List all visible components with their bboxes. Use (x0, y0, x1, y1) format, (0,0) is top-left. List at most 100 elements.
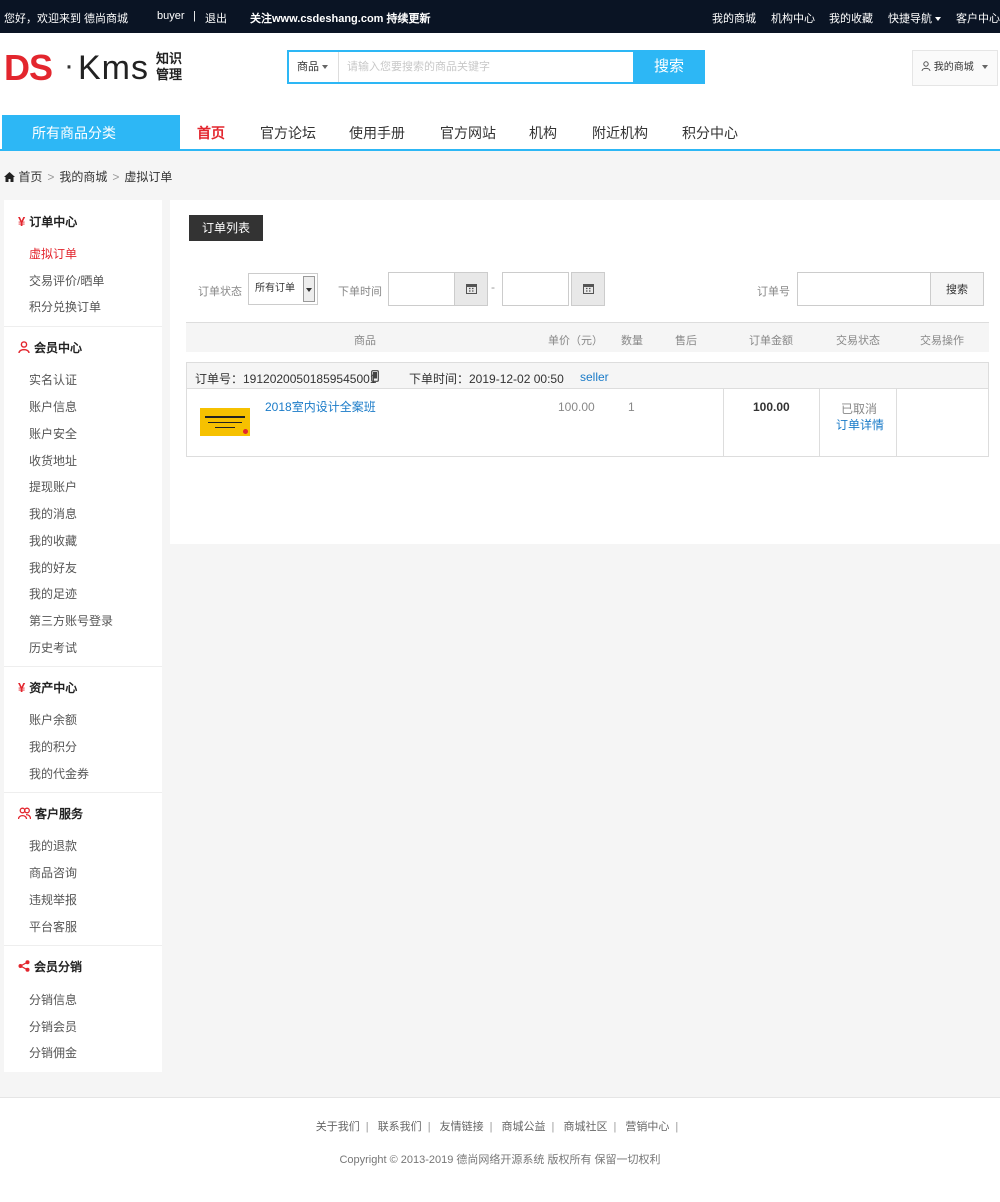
sidebar-group-label: 会员分销 (34, 960, 83, 974)
sidebar-item-footprints[interactable]: 我的足迹 (29, 585, 77, 602)
breadcrumb-my-mall[interactable]: 我的商城 (59, 170, 107, 184)
sidebar-item-third-party-login[interactable]: 第三方账号登录 (29, 612, 113, 629)
order-status-label: 订单状态 (198, 286, 242, 298)
search-category-select[interactable]: 商品 (289, 52, 339, 82)
sidebar-item-refunds[interactable]: 我的退款 (29, 837, 77, 854)
logout-link[interactable]: 退出 (205, 10, 227, 26)
username-link[interactable]: buyer (157, 10, 185, 22)
sidebar-item-product-consult[interactable]: 商品咨询 (29, 864, 77, 881)
topbar-separator: | (193, 10, 196, 22)
sidebar-item-points-orders[interactable]: 积分兑换订单 (29, 298, 101, 315)
chevron-down-icon (322, 65, 328, 70)
sidebar-item-balance[interactable]: 账户余额 (29, 711, 77, 728)
footer-link-marketing[interactable]: 营销中心 (625, 1121, 669, 1133)
my-mall-dropdown[interactable]: 我的商城 (912, 50, 998, 86)
chevron-down-icon (935, 17, 941, 22)
sidebar-item-account-info[interactable]: 账户信息 (29, 398, 77, 415)
sidebar-group-label: 订单中心 (29, 215, 78, 229)
breadcrumb-home[interactable]: 首页 (18, 170, 42, 184)
end-date-input[interactable] (502, 272, 569, 306)
footer-link-about[interactable]: 关于我们 (316, 1121, 360, 1133)
sidebar-group-label: 资产中心 (29, 681, 78, 695)
order-amount: 100.00 (753, 400, 790, 414)
divider (896, 389, 897, 456)
nav-item-nearby-org[interactable]: 附近机构 (592, 115, 648, 151)
top-link-customer-center[interactable]: 客户中心 (956, 10, 1000, 26)
sidebar-item-address[interactable]: 收货地址 (29, 452, 77, 469)
sidebar-item-friends[interactable]: 我的好友 (29, 559, 77, 576)
nav-item-org[interactable]: 机构 (529, 115, 557, 151)
order-status-value: 所有订单 (255, 283, 295, 294)
column-header: 商品 (354, 335, 376, 347)
order-search-button[interactable]: 搜索 (930, 272, 984, 306)
welcome-text: 您好，欢迎来到 德尚商城 (4, 13, 129, 25)
sidebar-item-distribution-members[interactable]: 分销会员 (29, 1018, 77, 1035)
order-number: 订单号：19120200501859545001 (195, 372, 377, 386)
start-date-input[interactable] (388, 272, 455, 306)
sidebar-item-platform-support[interactable]: 平台客服 (29, 918, 77, 935)
top-link-quick-nav[interactable]: 快捷导航 (888, 10, 941, 26)
nav-item-forum[interactable]: 官方论坛 (260, 115, 316, 151)
sidebar-group-title-service: 客户服务 (17, 805, 83, 822)
my-mall-label: 我的商城 (933, 62, 974, 73)
all-categories-button[interactable]: 所有商品分类 (2, 115, 180, 149)
column-header: 交易状态 (836, 335, 880, 347)
search-button[interactable]: 搜索 (633, 50, 705, 84)
column-header: 订单金额 (749, 335, 793, 347)
breadcrumb-separator: > (47, 170, 55, 184)
breadcrumb-separator: > (112, 170, 120, 184)
sidebar-item-favorites[interactable]: 我的收藏 (29, 532, 77, 549)
order-detail-link[interactable]: 订单详情 (836, 416, 884, 433)
sidebar-item-vouchers[interactable]: 我的代金券 (29, 765, 89, 782)
quantity: 1 (628, 400, 635, 414)
order-status: 已取消 (841, 402, 878, 416)
order-status-select[interactable]: 所有订单 (248, 273, 318, 305)
divider (723, 389, 724, 456)
sidebar-item-distribution-commission[interactable]: 分销佣金 (29, 1044, 77, 1061)
sidebar-item-messages[interactable]: 我的消息 (29, 505, 77, 522)
product-title-link[interactable]: 2018室内设计全案班 (265, 398, 376, 415)
column-header: 数量 (621, 335, 643, 347)
top-link-my-mall[interactable]: 我的商城 (712, 10, 756, 26)
calendar-icon[interactable] (454, 272, 488, 306)
search-input[interactable]: 请输入您要搜索的商品关键字 (347, 52, 490, 82)
nav-item-home[interactable]: 首页 (197, 115, 225, 151)
sidebar-item-account-security[interactable]: 账户安全 (29, 425, 77, 442)
users-icon (17, 807, 32, 820)
sidebar-item-distribution-info[interactable]: 分销信息 (29, 991, 77, 1008)
sidebar-item-realname[interactable]: 实名认证 (29, 371, 77, 388)
footer-links: 关于我们 | 联系我们 | 友情链接 | 商城公益 | 商城社区 | 营销中心 | (315, 1121, 679, 1133)
nav-item-official-site[interactable]: 官方网站 (440, 115, 496, 151)
sidebar-item-report[interactable]: 违规举报 (29, 891, 77, 908)
sidebar-item-reviews[interactable]: 交易评价/晒单 (29, 272, 104, 289)
sidebar-item-points[interactable]: 我的积分 (29, 738, 77, 755)
footer-link-community[interactable]: 商城社区 (563, 1121, 607, 1133)
column-header: 单价（元） (548, 335, 603, 347)
logo-ds: DS (4, 47, 53, 88)
header: DS · Kms 知识管理 商品 请输入您要搜索的商品关键字 搜索 我的商城 (0, 33, 1000, 115)
order-no-input[interactable] (797, 272, 931, 306)
order-time: 下单时间：2019-12-02 00:50 (409, 372, 564, 386)
breadcrumb-current: 虚拟订单 (124, 170, 173, 184)
footer-link-charity[interactable]: 商城公益 (502, 1121, 546, 1133)
footer-link-contact[interactable]: 联系我们 (378, 1121, 422, 1133)
order-time-label: 下单时间 (338, 286, 382, 298)
calendar-icon[interactable] (571, 272, 605, 306)
footer-link-friend-links[interactable]: 友情链接 (440, 1121, 484, 1133)
search-category-label: 商品 (297, 61, 319, 73)
sidebar-item-withdraw-account[interactable]: 提现账户 (29, 478, 77, 495)
seller-link[interactable]: seller (580, 370, 609, 384)
tab-order-list[interactable]: 订单列表 (189, 215, 263, 241)
nav-item-manual[interactable]: 使用手册 (349, 115, 405, 151)
nav-item-points-center[interactable]: 积分中心 (682, 115, 738, 151)
product-thumbnail[interactable] (200, 408, 250, 436)
top-link-org-center[interactable]: 机构中心 (771, 10, 815, 26)
yen-icon: ¥ (18, 680, 26, 695)
sidebar-group-title-assets: ¥ 资产中心 (18, 679, 77, 696)
chevron-down-icon (303, 276, 315, 302)
top-bar: 您好，欢迎来到 德尚商城 buyer | 退出 关注www.csdeshang.… (0, 0, 1000, 33)
date-range-dash: - (491, 280, 495, 294)
sidebar-item-virtual-orders[interactable]: 虚拟订单 (29, 245, 77, 262)
sidebar-item-exam-history[interactable]: 历史考试 (29, 639, 77, 656)
top-link-favorites[interactable]: 我的收藏 (829, 10, 873, 26)
